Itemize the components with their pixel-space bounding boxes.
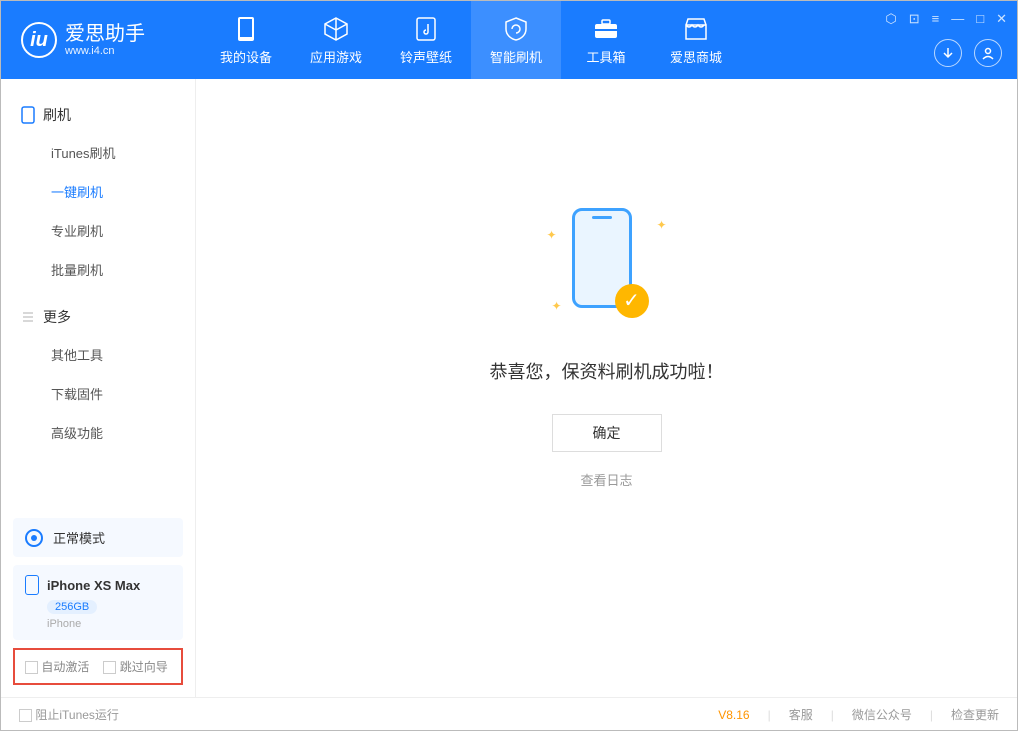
sparkle-icon: ✦ xyxy=(547,228,557,242)
shield-refresh-icon xyxy=(502,15,530,43)
mode-card[interactable]: 正常模式 xyxy=(13,518,183,557)
sidebar-section-flash: 刷机 xyxy=(1,97,195,133)
toolbox-icon xyxy=(592,15,620,43)
options-highlighted: 自动激活 跳过向导 xyxy=(13,648,183,685)
nav-label: 应用游戏 xyxy=(310,47,362,66)
nav-label: 爱思商城 xyxy=(670,47,722,66)
lock-icon[interactable]: ⊡ xyxy=(909,11,920,27)
nav-label: 铃声壁纸 xyxy=(400,47,452,66)
wechat-link[interactable]: 微信公众号 xyxy=(852,706,912,723)
sidebar-item-itunes-flash[interactable]: iTunes刷机 xyxy=(1,133,195,172)
device-name: iPhone XS Max xyxy=(47,578,140,593)
sparkle-icon: ✦ xyxy=(552,299,562,313)
music-file-icon xyxy=(412,15,440,43)
header-user-area xyxy=(934,39,1002,67)
nav-label: 我的设备 xyxy=(220,47,272,66)
shop-icon xyxy=(682,15,710,43)
sidebar-item-download-firmware[interactable]: 下载固件 xyxy=(1,374,195,413)
cube-icon xyxy=(322,15,350,43)
nav-toolbox[interactable]: 工具箱 xyxy=(561,1,651,79)
minimize-icon[interactable]: — xyxy=(951,11,964,27)
logo-area: iu 爱思助手 www.i4.cn xyxy=(1,22,201,58)
device-icon xyxy=(21,106,35,124)
checkbox-auto-activate[interactable]: 自动激活 xyxy=(25,658,89,675)
sparkle-icon: ✦ xyxy=(656,218,666,232)
list-icon xyxy=(21,310,35,324)
sidebar-item-other-tools[interactable]: 其他工具 xyxy=(1,335,195,374)
sidebar-section-more: 更多 xyxy=(1,299,195,335)
mode-icon xyxy=(25,529,43,547)
check-update-link[interactable]: 检查更新 xyxy=(951,706,999,723)
sidebar: 刷机 iTunes刷机 一键刷机 专业刷机 批量刷机 更多 其他工具 下载固件 … xyxy=(1,79,196,697)
app-name: 爱思助手 xyxy=(65,23,145,45)
nav-label: 工具箱 xyxy=(586,47,625,66)
logo-icon: iu xyxy=(21,22,57,58)
section-title: 刷机 xyxy=(43,105,71,125)
mode-label: 正常模式 xyxy=(53,528,105,547)
sidebar-item-pro-flash[interactable]: 专业刷机 xyxy=(1,211,195,250)
section-title: 更多 xyxy=(43,307,71,327)
nav-tabs: 我的设备 应用游戏 铃声壁纸 智能刷机 工具箱 爱思商城 xyxy=(201,1,741,79)
success-illustration: ✦ ✦ ✦ ✓ xyxy=(537,208,677,328)
device-size: 256GB xyxy=(47,600,97,614)
nav-label: 智能刷机 xyxy=(490,47,542,66)
nav-ringtone-wallpaper[interactable]: 铃声壁纸 xyxy=(381,1,471,79)
app-url: www.i4.cn xyxy=(65,45,145,57)
user-button[interactable] xyxy=(974,39,1002,67)
phone-outline-icon xyxy=(25,575,39,595)
confirm-button[interactable]: 确定 xyxy=(552,414,662,452)
customer-service-link[interactable]: 客服 xyxy=(789,706,813,723)
check-badge-icon: ✓ xyxy=(615,284,649,318)
close-icon[interactable]: ✕ xyxy=(996,11,1007,27)
success-message: 恭喜您，保资料刷机成功啦！ xyxy=(490,358,724,384)
main-content: ✦ ✦ ✦ ✓ 恭喜您，保资料刷机成功啦！ 确定 查看日志 xyxy=(196,79,1017,697)
nav-store[interactable]: 爱思商城 xyxy=(651,1,741,79)
view-log-link[interactable]: 查看日志 xyxy=(580,470,632,489)
maximize-icon[interactable]: □ xyxy=(976,11,984,27)
shirt-icon[interactable]: ⬡ xyxy=(885,11,896,27)
sidebar-item-batch-flash[interactable]: 批量刷机 xyxy=(1,250,195,289)
app-header: iu 爱思助手 www.i4.cn 我的设备 应用游戏 铃声壁纸 智能刷机 工具… xyxy=(1,1,1017,79)
footer: 阻止iTunes运行 V8.16 | 客服 | 微信公众号 | 检查更新 xyxy=(1,697,1017,731)
sidebar-item-oneclick-flash[interactable]: 一键刷机 xyxy=(1,172,195,211)
version-label: V8.16 xyxy=(718,708,749,722)
sidebar-item-advanced[interactable]: 高级功能 xyxy=(1,413,195,452)
checkbox-skip-guide[interactable]: 跳过向导 xyxy=(103,658,167,675)
device-type: iPhone xyxy=(47,618,171,630)
menu-icon[interactable]: ≡ xyxy=(932,11,940,27)
nav-apps-games[interactable]: 应用游戏 xyxy=(291,1,381,79)
checkbox-block-itunes[interactable]: 阻止iTunes运行 xyxy=(19,706,119,723)
nav-smart-flash[interactable]: 智能刷机 xyxy=(471,1,561,79)
nav-my-device[interactable]: 我的设备 xyxy=(201,1,291,79)
phone-icon xyxy=(232,15,260,43)
device-card[interactable]: iPhone XS Max 256GB iPhone xyxy=(13,565,183,640)
download-button[interactable] xyxy=(934,39,962,67)
window-controls: ⬡ ⊡ ≡ — □ ✕ xyxy=(885,11,1007,27)
